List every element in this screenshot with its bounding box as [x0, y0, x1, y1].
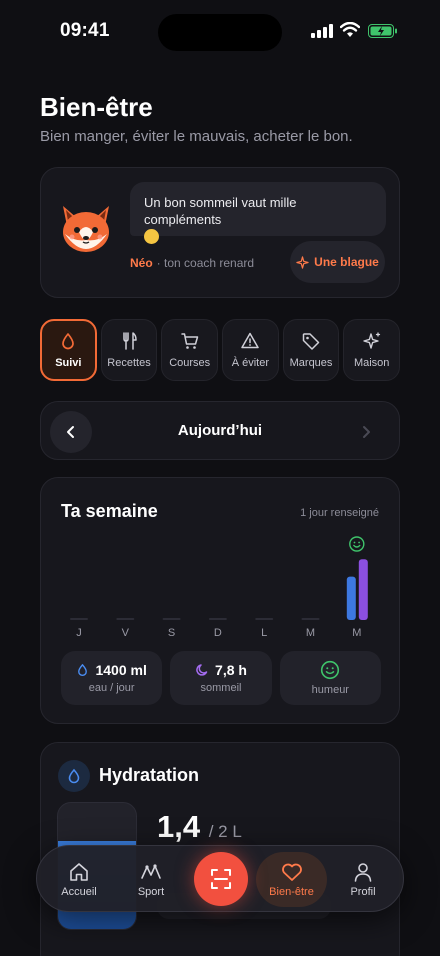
joke-button[interactable]: Une blague: [290, 241, 385, 283]
tab-a-eviter[interactable]: À éviter: [222, 319, 279, 381]
day-navigator: Aujourd’hui: [40, 401, 400, 460]
bottom-nav: Accueil Sport Bien-être Profil: [36, 845, 404, 912]
pulse-icon: [141, 863, 161, 879]
chevron-right-icon: [363, 426, 370, 438]
coach-signature: Néo · ton coach renard: [130, 256, 254, 270]
status-time: 09:41: [60, 20, 110, 41]
tab-suivi[interactable]: Suivi: [40, 319, 97, 381]
day-tick-label: M: [306, 627, 315, 638]
status-bar: 09:41: [0, 0, 440, 62]
page-title: Bien-être: [40, 92, 153, 122]
day-tick-label: D: [214, 627, 222, 638]
hydration-icon-badge: [58, 760, 90, 792]
nav-label: Bien-être: [269, 885, 314, 898]
empty-day-marker: [70, 618, 88, 620]
coach-message: Un bon sommeil vaut mille compléments: [144, 195, 297, 227]
nav-sport[interactable]: Sport: [123, 846, 179, 913]
hydration-amount-value: 1,4: [157, 809, 201, 844]
nav-profil[interactable]: Profil: [335, 846, 391, 913]
wifi-icon: [340, 22, 360, 37]
nav-accueil[interactable]: Accueil: [51, 846, 107, 913]
empty-day-marker: [301, 618, 320, 620]
stat-water-label: eau / jour: [88, 682, 135, 694]
tab-label: Marques: [289, 357, 333, 369]
empty-day-marker: [162, 618, 181, 620]
day-tick-label: M: [352, 627, 361, 638]
nav-label: Sport: [137, 885, 165, 898]
tab-maison[interactable]: Maison: [343, 319, 401, 381]
empty-day-marker: [208, 618, 227, 620]
week-title: Ta semaine: [61, 501, 158, 521]
warning-icon: [241, 332, 260, 349]
joke-label: Une blague: [314, 255, 379, 269]
tab-marques[interactable]: Marques: [282, 319, 340, 381]
sleepy-emoji-icon: [144, 229, 159, 244]
stat-sleep-label: sommeil: [200, 682, 242, 694]
utensils-icon: [123, 332, 137, 350]
drop-icon: [62, 333, 75, 350]
chart-bar: [358, 559, 368, 620]
day-tick-label: J: [76, 627, 82, 638]
hydration-title: Hydratation: [99, 765, 200, 785]
coach-message-bubble: Un bon sommeil vaut mille compléments: [130, 182, 386, 244]
heart-icon: [281, 863, 302, 881]
stat-water-value: 1400 ml: [95, 662, 147, 678]
tag-icon: [302, 333, 320, 350]
category-tabs: Suivi Recettes Courses À éviter Marques …: [40, 319, 401, 382]
nav-label: Profil: [350, 885, 376, 898]
day-tick-label: L: [261, 627, 267, 638]
days-filled-count: 1 jour renseigné: [300, 507, 379, 519]
tab-label: À éviter: [231, 357, 269, 369]
stat-mood: humeur: [279, 651, 381, 705]
next-day-button[interactable]: [345, 411, 387, 453]
empty-day-marker: [116, 618, 135, 620]
mood-smile-icon: [349, 536, 365, 552]
stat-sleep: 7,8 h sommeil: [170, 651, 272, 705]
signal-icon: [311, 24, 333, 38]
drop-icon: [68, 768, 80, 784]
sparkle-icon: [296, 255, 309, 269]
home-icon: [70, 862, 88, 881]
coach-card: Un bon sommeil vaut mille compléments Né…: [40, 167, 400, 298]
week-bar-chart: JVSDLMM: [70, 536, 368, 638]
tab-label: Maison: [353, 357, 390, 369]
cart-icon: [180, 333, 198, 349]
stat-mood-label: humeur: [311, 684, 349, 696]
moon-icon: [196, 664, 208, 676]
empty-day-marker: [255, 618, 274, 620]
fox-mascot-icon: [63, 206, 109, 252]
scan-button[interactable]: [194, 852, 248, 906]
chart-bar: [346, 576, 356, 620]
nav-bien-etre[interactable]: Bien-être: [256, 846, 327, 913]
battery-icon: [368, 24, 397, 38]
sparkle-icon: [362, 332, 380, 349]
coach-name: Néo: [130, 256, 153, 270]
tab-label: Recettes: [107, 357, 151, 369]
smile-icon: [321, 660, 340, 680]
week-card: Ta semaine 1 jour renseigné J V S D L M M 1400…: [40, 477, 400, 724]
dynamic-island: [158, 14, 282, 51]
stat-sleep-value: 7,8 h: [215, 662, 247, 678]
tab-recettes[interactable]: Recettes: [100, 319, 158, 381]
drop-icon: [78, 663, 88, 676]
coach-role: · ton coach renard: [156, 256, 255, 270]
tab-label: Courses: [169, 357, 211, 369]
user-icon: [354, 862, 372, 882]
stat-water: 1400 ml eau / jour: [61, 651, 163, 705]
week-chart: JVSDLMM: [61, 528, 381, 638]
tab-courses[interactable]: Courses: [161, 319, 219, 381]
page-subtitle: Bien manger, éviter le mauvais, acheter …: [40, 128, 353, 145]
nav-label: Accueil: [61, 885, 97, 898]
day-tick-label: S: [168, 627, 175, 638]
day-tick-label: V: [122, 627, 130, 638]
tab-label: Suivi: [55, 357, 82, 369]
hydration-amount: 1,4 / 2 L: [157, 809, 242, 845]
week-stats: 1400 ml eau / jour 7,8 h sommeil humeur: [61, 651, 381, 705]
hydration-goal: / 2 L: [208, 822, 242, 841]
scan-icon: [211, 869, 231, 889]
